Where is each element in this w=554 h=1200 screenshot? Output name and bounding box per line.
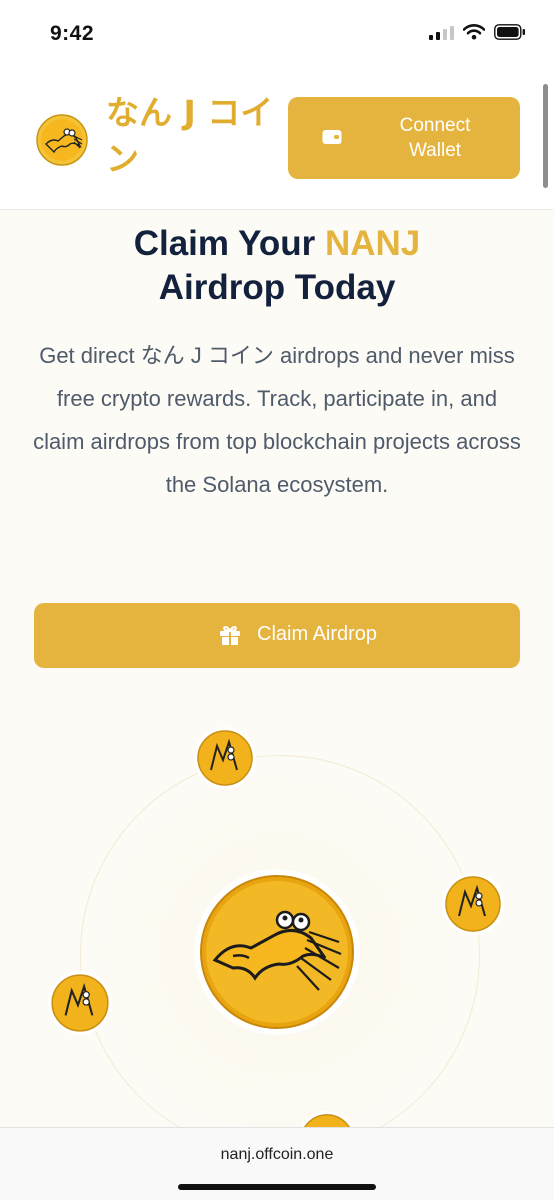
home-indicator[interactable] <box>178 1184 376 1190</box>
status-bar: 9:42 <box>0 0 554 70</box>
status-time: 9:42 <box>50 22 95 45</box>
signal-icon <box>429 24 454 40</box>
hero-title-prefix: Claim Your <box>133 224 325 263</box>
connect-wallet-button[interactable]: Connect Wallet <box>288 97 520 179</box>
hero-title: Claim Your NANJ Airdrop Today <box>0 222 554 310</box>
orbit-coin-icon <box>194 727 256 789</box>
orbit-coin-icon <box>48 971 112 1035</box>
page-scrollbar[interactable] <box>543 84 548 188</box>
claim-airdrop-button[interactable]: Claim Airdrop <box>34 603 520 668</box>
hero-title-suffix: Airdrop Today <box>158 268 396 307</box>
status-icons <box>429 24 526 40</box>
nanj-main-coin-icon <box>194 869 360 1035</box>
brand-name[interactable]: なん J コイン <box>106 90 286 182</box>
site-header: なん J コイン Connect Wallet <box>0 70 554 210</box>
hero-description: Get direct なん J コイン airdrops and never m… <box>33 343 521 497</box>
hero-title-accent: NANJ <box>324 224 421 263</box>
wifi-icon <box>463 24 485 40</box>
orbit-coin-icon <box>442 873 504 935</box>
nanj-coin-logo-icon[interactable] <box>36 114 88 166</box>
battery-icon <box>494 24 525 40</box>
wallet-icon <box>322 130 342 144</box>
browser-address-bar: nanj.offcoin.one <box>0 1127 554 1200</box>
hero-section: Claim Your NANJ Airdrop Today Get direct… <box>0 210 554 1127</box>
claim-airdrop-label: Claim Airdrop <box>257 623 378 645</box>
connect-wallet-label: Connect Wallet <box>399 115 471 161</box>
url-text[interactable]: nanj.offcoin.one <box>0 1146 554 1164</box>
gift-icon <box>220 626 240 645</box>
orbit-coin-icon <box>300 1110 354 1127</box>
